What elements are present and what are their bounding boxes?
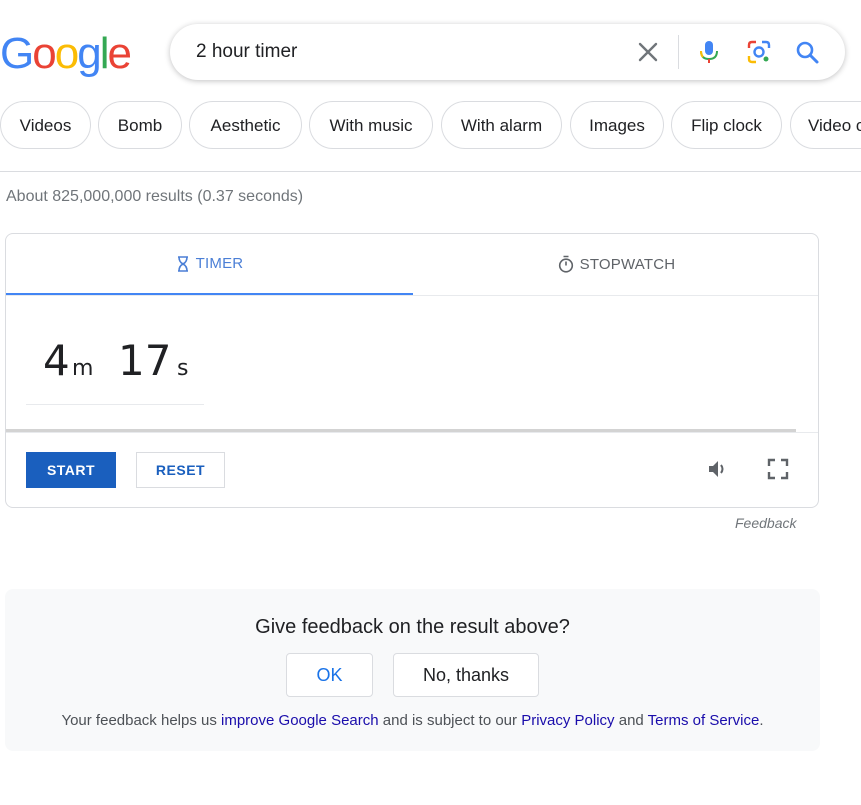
logo-letter: g: [77, 29, 102, 78]
timer-minutes-unit: m: [72, 356, 94, 381]
privacy-policy-link[interactable]: Privacy Policy: [521, 712, 614, 729]
terms-of-service-link[interactable]: Terms of Service: [648, 712, 760, 729]
reset-button[interactable]: RESET: [136, 452, 225, 488]
chip-videos[interactable]: Videos: [0, 101, 91, 149]
chip-video-clip[interactable]: Video c: [790, 101, 861, 149]
microphone-icon[interactable]: [695, 38, 723, 66]
lens-camera-icon[interactable]: [745, 38, 773, 66]
stopwatch-icon: [558, 255, 573, 273]
feedback-panel: Give feedback on the result above? OK No…: [5, 589, 820, 751]
logo-letter: l: [99, 29, 110, 78]
search-input[interactable]: [196, 40, 616, 64]
chip-bomb[interactable]: Bomb: [98, 101, 182, 149]
tab-timer-label: TIMER: [195, 255, 244, 272]
progress-divider: [6, 432, 818, 433]
feedback-note-text: and: [614, 712, 648, 729]
feedback-question: Give feedback on the result above?: [255, 616, 570, 638]
feedback-note-text: Your feedback helps us: [61, 712, 222, 729]
filter-chips: Videos Bomb Aesthetic With music With al…: [0, 101, 861, 151]
feedback-link[interactable]: Feedback: [735, 515, 796, 531]
hourglass-icon: [177, 255, 188, 272]
fullscreen-icon[interactable]: [765, 456, 791, 482]
feedback-note-text: and is subject to our: [378, 712, 522, 729]
tab-stopwatch[interactable]: STOPWATCH: [413, 234, 818, 294]
chip-images[interactable]: Images: [570, 101, 664, 149]
volume-icon[interactable]: [705, 456, 731, 482]
tab-stopwatch-label: STOPWATCH: [579, 255, 676, 273]
timer-minutes: 4: [43, 336, 70, 385]
chip-aesthetic[interactable]: Aesthetic: [189, 101, 302, 149]
logo-letter: G: [0, 29, 34, 78]
header-divider: [0, 171, 861, 172]
feedback-no-thanks-button[interactable]: No, thanks: [393, 653, 539, 697]
feedback-note-text: .: [759, 712, 764, 729]
timer-card: TIMER STOPWATCH 4 m 17 s START RESET: [5, 233, 819, 508]
chip-with-alarm[interactable]: With alarm: [441, 101, 562, 149]
search-icon[interactable]: [793, 38, 821, 66]
logo-letter: o: [54, 29, 80, 78]
search-box: [170, 24, 845, 80]
close-icon[interactable]: [634, 38, 662, 66]
tab-timer[interactable]: TIMER: [6, 234, 413, 295]
google-logo[interactable]: Google: [0, 29, 132, 78]
logo-letter: e: [107, 29, 132, 78]
timer-seconds-unit: s: [177, 356, 189, 381]
improve-google-search-link[interactable]: improve Google Search: [221, 712, 379, 729]
tab-divider: [6, 295, 818, 296]
feedback-note: Your feedback helps us improve Google Se…: [5, 712, 820, 729]
timer-seconds: 17: [118, 336, 172, 385]
feedback-ok-button[interactable]: OK: [286, 653, 373, 697]
chip-with-music[interactable]: With music: [309, 101, 433, 149]
timer-display[interactable]: 4 m 17 s: [26, 329, 204, 405]
logo-letter: o: [32, 29, 57, 78]
search-divider: [678, 35, 679, 69]
start-button[interactable]: START: [26, 452, 116, 488]
result-stats: About 825,000,000 results (0.37 seconds): [6, 188, 304, 205]
chip-flip-clock[interactable]: Flip clock: [671, 101, 782, 149]
